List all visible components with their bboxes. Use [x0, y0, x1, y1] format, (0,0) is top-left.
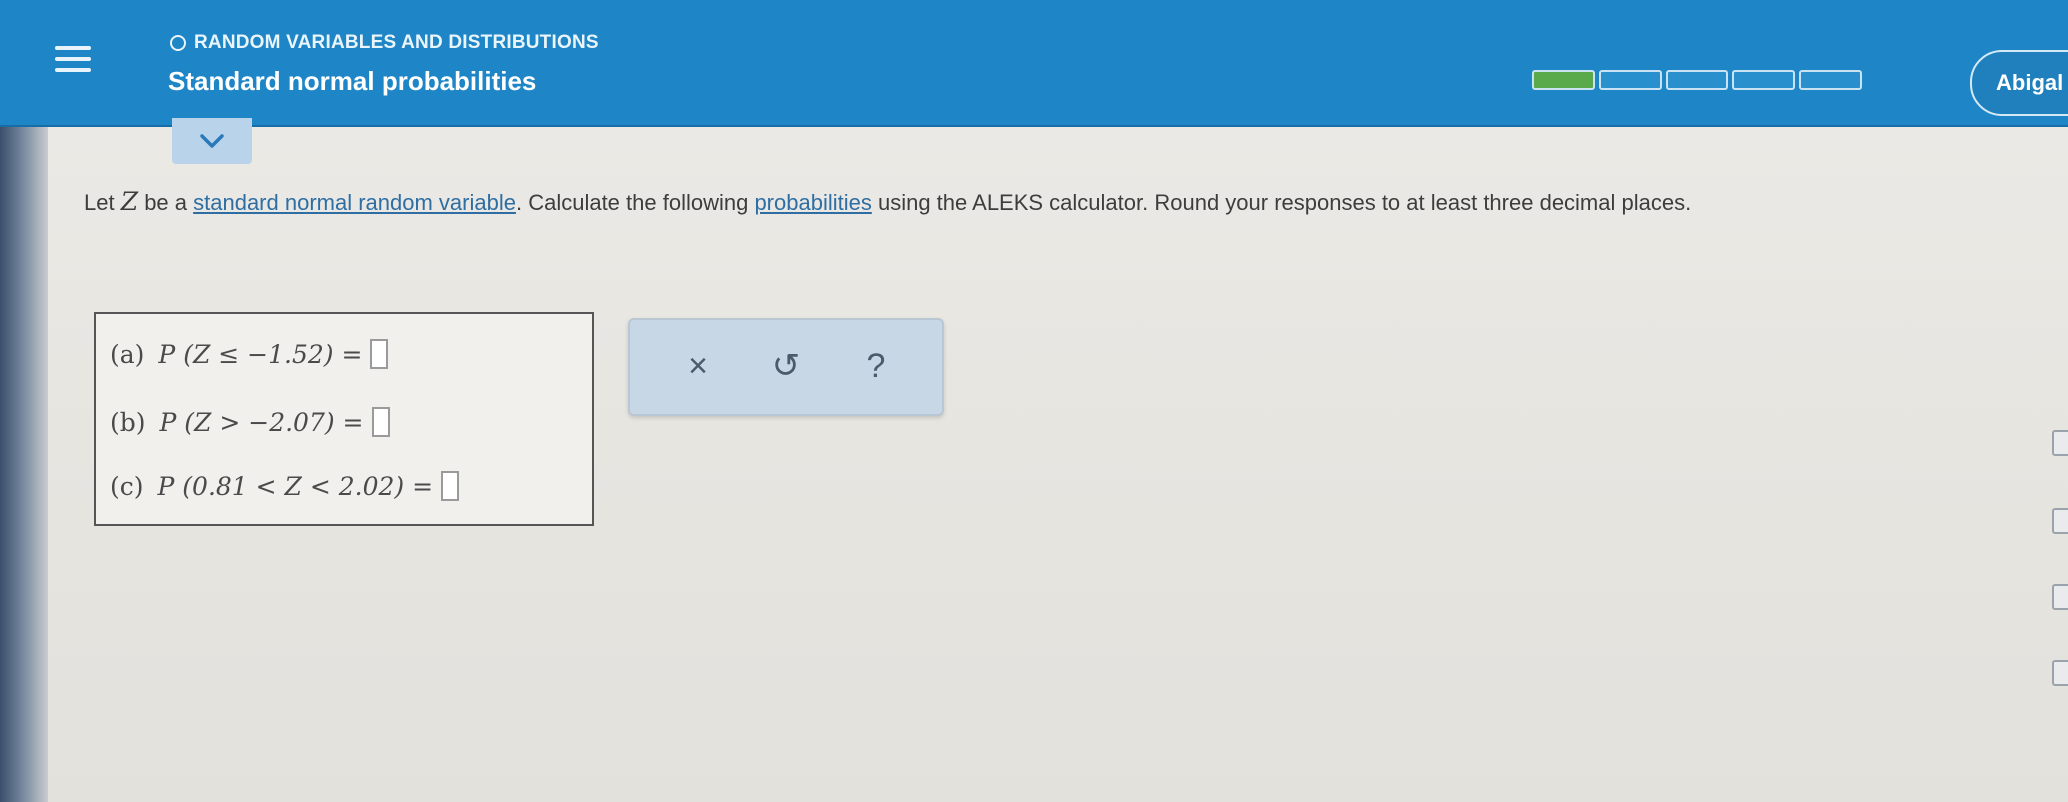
close-icon: × — [688, 347, 708, 385]
side-tool-icon[interactable] — [2052, 508, 2068, 534]
menu-icon[interactable] — [48, 34, 98, 84]
part-a: (a) P (Z ≤ −1.52) = — [110, 334, 389, 374]
user-button[interactable]: Abigal — [1970, 50, 2068, 116]
part-b: (b) P (Z > −2.07) = — [110, 402, 390, 442]
side-tool-icon[interactable] — [2052, 430, 2068, 456]
topic-label: RANDOM VARIABLES AND DISTRIBUTIONS — [170, 32, 599, 54]
progress-segment — [1732, 70, 1796, 90]
topic-text: RANDOM VARIABLES AND DISTRIBUTIONS — [194, 32, 599, 53]
part-expression: P (0.81 < Z < 2.02) = — [157, 471, 434, 501]
part-expression: P (Z > −2.07) = — [159, 407, 364, 437]
progress-segment — [1532, 70, 1595, 90]
question-text: Let Z be a standard normal random variab… — [84, 187, 1692, 216]
answer-input-c[interactable] — [441, 471, 460, 501]
undo-icon: ↺ — [771, 347, 801, 385]
action-panel: × ↺ ? — [628, 318, 944, 416]
header-bar: RANDOM VARIABLES AND DISTRIBUTIONS Stand… — [0, 0, 2068, 127]
part-label: (c) — [110, 471, 144, 501]
part-label: (a) — [110, 339, 145, 369]
probabilities-link[interactable]: probabilities — [754, 190, 871, 215]
part-expression: P (Z ≤ −1.52) = — [158, 339, 363, 369]
progress-bar — [1532, 70, 1862, 90]
page-title: Standard normal probabilities — [168, 66, 537, 96]
user-name: Abigal — [1996, 70, 2064, 95]
page: RANDOM VARIABLES AND DISTRIBUTIONS Stand… — [0, 0, 2068, 802]
answer-box: (a) P (Z ≤ −1.52) = (b) P (Z > −2.07) = … — [94, 312, 594, 526]
part-label: (b) — [110, 407, 146, 437]
answer-input-b[interactable] — [371, 407, 390, 437]
answer-input-a[interactable] — [370, 339, 389, 369]
clear-button[interactable]: × — [670, 340, 726, 392]
chevron-down-icon — [200, 134, 224, 148]
side-tool-icon[interactable] — [2052, 660, 2068, 686]
help-icon: ? — [866, 347, 886, 385]
part-c: (c) P (0.81 < Z < 2.02) = — [110, 466, 460, 506]
undo-button[interactable]: ↺ — [758, 340, 814, 392]
progress-segment — [1598, 70, 1662, 90]
progress-segment — [1665, 70, 1729, 90]
help-button[interactable]: ? — [848, 340, 904, 392]
collapse-toggle[interactable] — [172, 118, 252, 164]
standard-normal-link[interactable]: standard normal random variable — [193, 190, 516, 215]
circle-icon — [170, 35, 186, 51]
progress-segment — [1799, 70, 1862, 90]
side-tool-icon[interactable] — [2052, 584, 2068, 610]
